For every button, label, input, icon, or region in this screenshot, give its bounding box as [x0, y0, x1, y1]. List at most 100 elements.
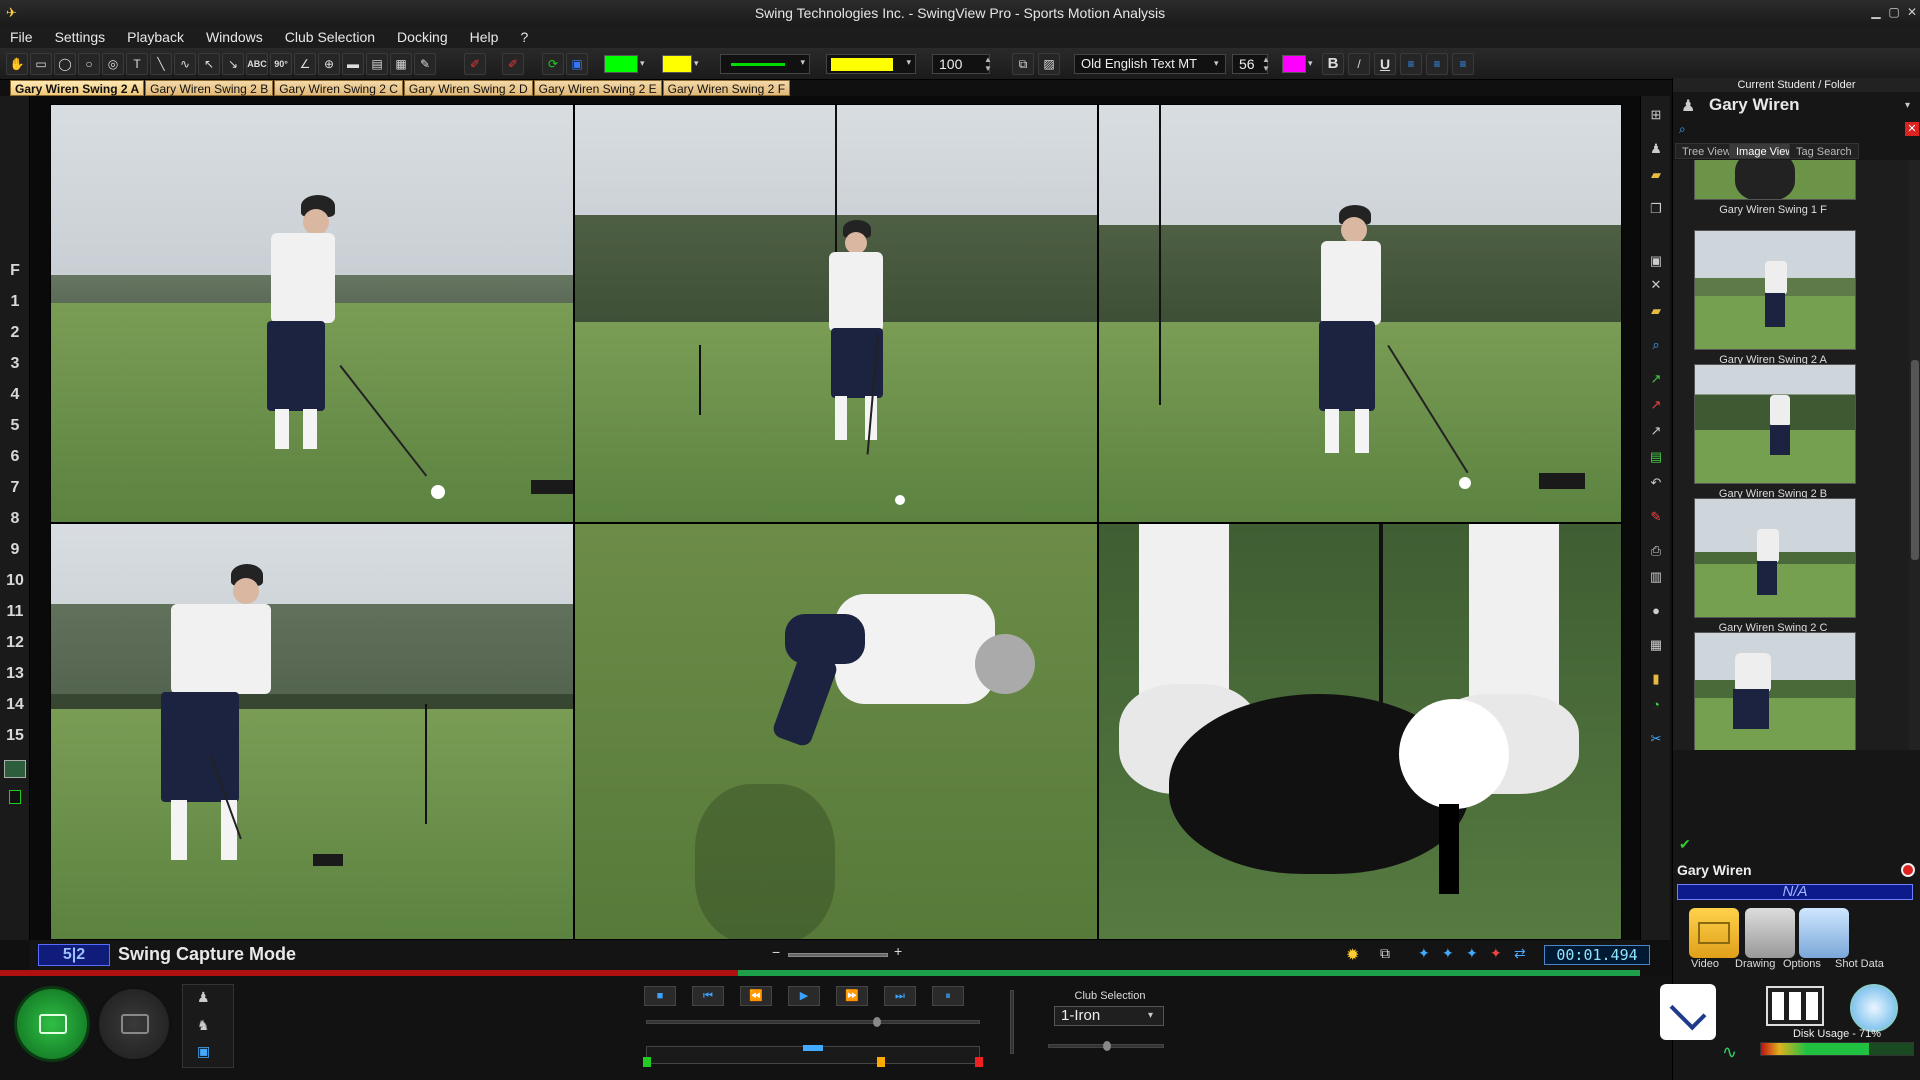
skip-end-icon[interactable]: ⏭ — [884, 986, 916, 1006]
step2-icon[interactable]: ✦ — [1442, 945, 1454, 962]
student-name[interactable]: Gary Wiren — [1709, 95, 1800, 115]
thumbnail-swing-1f[interactable] — [1694, 160, 1856, 200]
frame-marker-2[interactable]: 2 — [0, 324, 30, 342]
step-icon[interactable]: ✦ — [1418, 945, 1430, 962]
frame-marker-14[interactable]: 14 — [0, 696, 30, 714]
frame-marker-7[interactable]: 7 — [0, 479, 30, 497]
frame-marker-9[interactable]: 9 — [0, 541, 30, 559]
film-icon[interactable]: ▥ — [1647, 568, 1665, 586]
tab-swing-2c[interactable]: Gary Wiren Swing 2 C — [274, 80, 403, 96]
font-size-spinner-icon[interactable]: ▲ ▼ — [1262, 55, 1270, 73]
layers-icon[interactable]: ⧉ — [1012, 53, 1034, 75]
stop-icon[interactable]: ■ — [644, 986, 676, 1006]
menu-docking[interactable]: Docking — [397, 29, 448, 45]
video-pane-3[interactable] — [1098, 104, 1622, 523]
speed-slider[interactable] — [646, 1017, 980, 1027]
menu-windows[interactable]: Windows — [206, 29, 263, 45]
video-pane-6[interactable] — [1098, 523, 1622, 940]
thumbnail-swing-2b[interactable] — [1694, 364, 1856, 484]
frame-marker-12[interactable]: 12 — [0, 634, 30, 652]
tab-swing-2e[interactable]: Gary Wiren Swing 2 E — [533, 80, 662, 96]
pause-icon[interactable]: ⏸ — [932, 986, 964, 1006]
line-color-swatch[interactable] — [604, 55, 638, 73]
club-slider[interactable] — [1048, 1041, 1164, 1051]
pencil-icon[interactable]: ✎ — [1647, 508, 1665, 526]
text-icon[interactable]: T — [126, 53, 148, 75]
italic-icon[interactable]: / — [1348, 53, 1370, 75]
open-folder-icon[interactable]: ▰ — [1647, 302, 1665, 320]
arrow-icon[interactable]: ↖ — [198, 53, 220, 75]
search-icon[interactable]: ⌕ — [1679, 122, 1686, 137]
print-icon[interactable]: ⎙ — [1647, 542, 1665, 560]
monitor-icon[interactable]: ▣ — [197, 1043, 210, 1060]
video-pane-4[interactable] — [50, 523, 574, 940]
search-icon[interactable]: ⌕ — [1647, 336, 1665, 354]
fast-forward-icon[interactable]: ⏩ — [836, 986, 868, 1006]
freehand-icon[interactable]: ∿ — [174, 53, 196, 75]
video-pane-1[interactable] — [50, 104, 574, 523]
shot-data-icon[interactable] — [1799, 908, 1849, 958]
refresh-icon[interactable]: ⟳ — [542, 53, 564, 75]
menu-settings[interactable]: Settings — [55, 29, 106, 45]
record-camera-button[interactable] — [14, 986, 90, 1062]
frame-marker-3[interactable]: 3 — [0, 355, 30, 373]
chevron-down-icon[interactable]: ▾ — [1308, 58, 1313, 69]
tab-swing-2a[interactable]: Gary Wiren Swing 2 A — [10, 80, 145, 96]
frame-marker-13[interactable]: 13 — [0, 665, 30, 683]
chevron-down-icon[interactable]: ▾ — [640, 58, 645, 69]
angle-90-icon[interactable]: 90° — [270, 53, 292, 75]
step3-icon[interactable]: ✦ — [1466, 945, 1478, 962]
zoom-out-icon[interactable]: − — [772, 944, 780, 960]
camera-off-button[interactable] — [96, 986, 172, 1062]
minimize-icon[interactable]: ▁ — [1868, 5, 1884, 19]
folder-icon[interactable]: ▰ — [1647, 166, 1665, 184]
circle-icon[interactable]: ○ — [78, 53, 100, 75]
sync-icon[interactable]: ⇄ — [1514, 945, 1526, 962]
arrow2-icon[interactable]: ↘ — [222, 53, 244, 75]
frame-marker-f[interactable]: F — [0, 262, 30, 280]
abc-text-icon[interactable]: ABC — [246, 53, 268, 75]
rectangle-icon[interactable]: ▭ — [30, 53, 52, 75]
compare-icon[interactable]: ⧉ — [1380, 945, 1390, 962]
record-status-icon[interactable] — [1901, 863, 1915, 877]
frame-marker-6[interactable]: 6 — [0, 448, 30, 466]
video-pane-2[interactable] — [574, 104, 1098, 523]
tab-swing-2f[interactable]: Gary Wiren Swing 2 F — [662, 80, 791, 96]
tab-swing-2b[interactable]: Gary Wiren Swing 2 B — [145, 80, 274, 96]
close-icon[interactable]: ✕ — [1904, 5, 1920, 19]
golfer-icon[interactable]: ♟ — [197, 989, 210, 1006]
panel-button-shot-data[interactable]: Shot Data — [1835, 958, 1884, 970]
menu-playback[interactable]: Playback — [127, 29, 184, 45]
flag-icon[interactable] — [9, 790, 21, 804]
eyedropper-icon[interactable]: ✐ — [464, 53, 486, 75]
chart2-icon[interactable]: ↗ — [1647, 396, 1665, 414]
panel-button-video[interactable]: Video — [1691, 958, 1719, 970]
chevron-down-icon[interactable]: ▾ — [1905, 100, 1910, 111]
swing-icon[interactable]: ♞ — [197, 1017, 210, 1034]
options-icon[interactable] — [1745, 908, 1795, 958]
eyedropper2-icon[interactable]: ✐ — [502, 53, 524, 75]
bold-button[interactable]: B — [1322, 53, 1344, 75]
camera-marker-icon[interactable] — [4, 760, 26, 778]
opacity-input[interactable]: 100 — [932, 54, 990, 74]
frame-marker-8[interactable]: 8 — [0, 510, 30, 528]
chevron-down-icon[interactable]: ▾ — [1148, 1010, 1153, 1021]
align-center-icon[interactable]: ≡ — [1426, 53, 1448, 75]
line-style-select[interactable]: ▾ — [720, 54, 810, 74]
hand-icon[interactable]: ✋ — [6, 53, 28, 75]
circle-target-icon[interactable]: ⊕ — [318, 53, 340, 75]
play-icon[interactable]: ▶ — [788, 986, 820, 1006]
trim-slider[interactable] — [643, 1045, 983, 1067]
frame-marker-1[interactable]: 1 — [0, 293, 30, 311]
underline-button[interactable]: U — [1374, 53, 1396, 75]
text-color-swatch[interactable] — [1282, 55, 1306, 73]
ellipse-icon[interactable]: ◯ — [54, 53, 76, 75]
thumbnail-swing-2c[interactable] — [1694, 498, 1856, 618]
volume-slider[interactable] — [1010, 990, 1014, 1054]
skip-start-icon[interactable]: ⏮ — [692, 986, 724, 1006]
undo-icon[interactable]: ↶ — [1647, 474, 1665, 492]
tab-swing-2d[interactable]: Gary Wiren Swing 2 D — [403, 80, 533, 96]
close-icon[interactable]: ✕ — [1905, 122, 1919, 136]
frame-marker-5[interactable]: 5 — [0, 417, 30, 435]
chevron-down-icon[interactable]: ▾ — [694, 58, 699, 69]
